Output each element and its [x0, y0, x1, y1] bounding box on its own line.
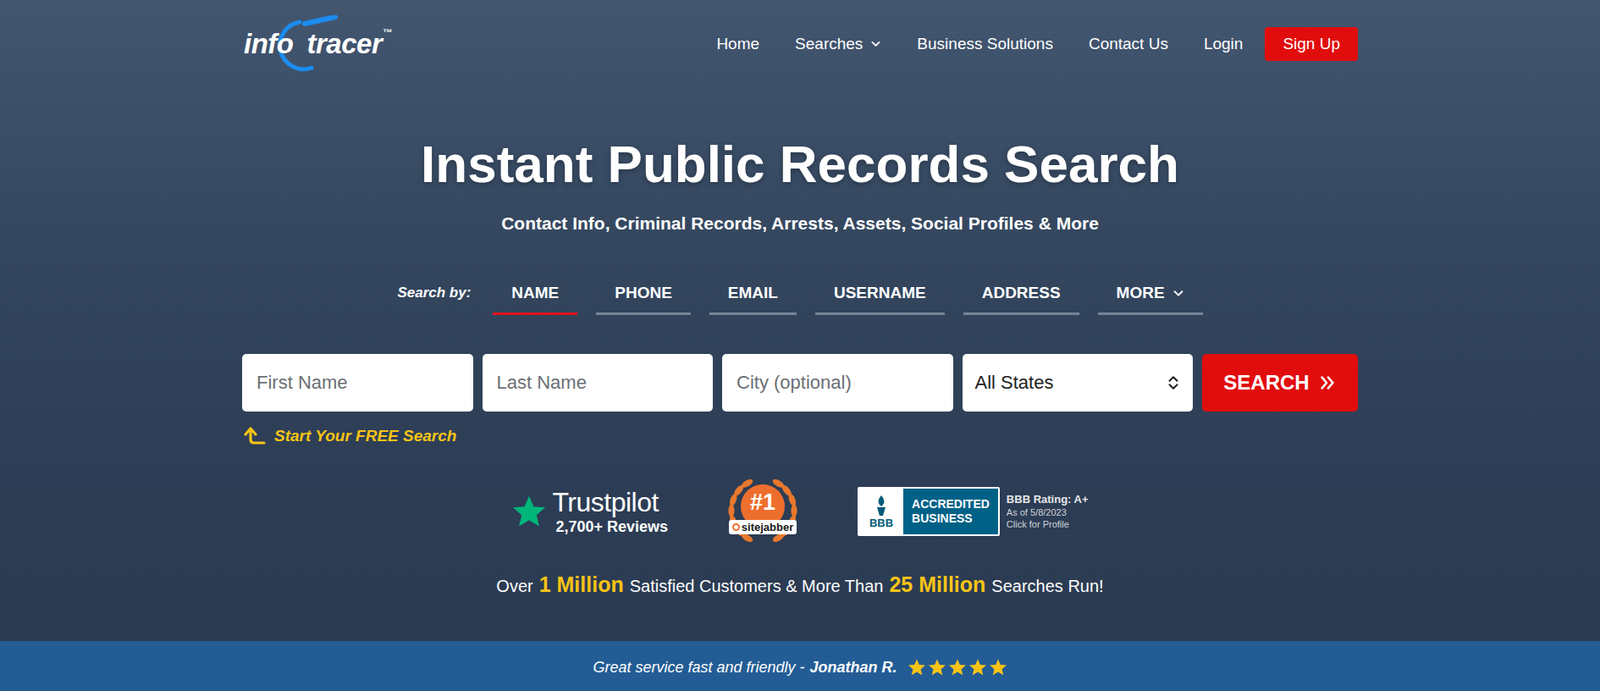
star-icon: [927, 657, 947, 677]
stat-text: 25 Million: [888, 572, 986, 597]
search-tab[interactable]: NAME: [492, 283, 578, 315]
logo-word: tracer: [306, 27, 382, 61]
search-input[interactable]: [482, 353, 714, 412]
double-chevron-icon: [1318, 373, 1337, 392]
nav-link[interactable]: Home: [716, 34, 760, 54]
search-tab[interactable]: EMAIL: [709, 283, 797, 315]
sitejabber-badge[interactable]: #1sitejabber: [723, 478, 802, 545]
testimonial-quote: Great service fast and friendly -: [592, 657, 805, 677]
trustpilot-reviews: 2,700+ Reviews: [555, 517, 668, 536]
stat-text: 1 Million: [539, 572, 624, 597]
bbb-seal: BBBACCREDITEDBUSINESS: [857, 486, 1000, 536]
search-tab[interactable]: USERNAME: [815, 283, 945, 315]
search-tabs: Search by: NAME PHONE EMAIL USERNAME ADDRESS M…: [397, 283, 1203, 315]
rating-stars: [907, 657, 1008, 677]
updown-icon: [1165, 375, 1181, 391]
stat-text: Searches Run!: [991, 576, 1104, 596]
search-hint: Start Your FREE Search: [242, 425, 457, 447]
search-form: All StatesSEARCH: [242, 353, 1358, 412]
main-nav: Home Searches Business Solutions Contact Us…: [716, 27, 1358, 61]
arrow-up-icon: [243, 425, 266, 447]
stat-text: Satisfied Customers & More Than: [629, 576, 884, 596]
star-icon: [968, 657, 988, 677]
state-select[interactable]: All States: [962, 353, 1194, 412]
hero-title: Instant Public Records Search: [420, 132, 1180, 196]
bbb-date: As of 5/8/2023: [1006, 507, 1089, 518]
nav-link[interactable]: Contact Us: [1088, 34, 1169, 54]
bbb-info: BBB Rating: A+As of 5/8/2023Click for Pr…: [1006, 492, 1089, 530]
trust-badges: Trustpilot2,700+ Reviews#1sitejabberBBBA…: [511, 480, 1088, 542]
search-tab[interactable]: ADDRESS: [963, 283, 1080, 315]
logo-word: info: [243, 27, 293, 61]
trustpilot-star-icon: [511, 493, 547, 530]
torch-icon: [871, 493, 891, 518]
nav-link[interactable]: Business Solutions: [916, 34, 1054, 54]
sitejabber-label: sitejabber: [728, 519, 797, 535]
search-by-label: Search by:: [397, 283, 471, 315]
trustpilot-badge[interactable]: Trustpilot2,700+ Reviews: [511, 486, 668, 536]
star-icon: [988, 657, 1008, 677]
stat-text: Over: [496, 576, 533, 596]
search-tab[interactable]: MORE: [1097, 283, 1203, 315]
bbb-logo: BBB: [859, 488, 904, 535]
logo-trademark: ™: [382, 27, 392, 38]
search-button[interactable]: SEARCH: [1202, 353, 1358, 412]
search-input[interactable]: [242, 353, 474, 412]
star-icon: [948, 657, 967, 677]
testimonial-bar: Great service fast and friendly -Jonatha…: [0, 640, 1600, 691]
stats: Over 1 MillionSatisfied Customers & More …: [496, 572, 1104, 596]
search-input[interactable]: [722, 353, 954, 412]
logo[interactable]: info tracer™: [242, 15, 412, 72]
bbb-accredited: ACCREDITEDBUSINESS: [903, 488, 999, 535]
page: info tracer™ Home Searches Business Solution…: [0, 0, 1600, 691]
search-tab[interactable]: PHONE: [595, 283, 691, 315]
sitejabber-icon: [732, 523, 740, 531]
hero: Instant Public Records Search Contact Inf…: [242, 71, 1358, 596]
hero-subtitle: Contact Info, Criminal Records, Arrests,…: [501, 212, 1099, 234]
testimonial-author: Jonathan R.: [810, 657, 898, 677]
nav-link[interactable]: Searches: [794, 34, 882, 54]
header: info tracer™ Home Searches Business Solution…: [242, 0, 1358, 72]
star-icon: [907, 657, 927, 677]
bbb-rating: BBB Rating: A+: [1006, 492, 1089, 506]
chevron-down-icon: [1172, 286, 1185, 299]
nav-link[interactable]: Login: [1203, 34, 1244, 54]
chevron-down-icon: [870, 38, 882, 50]
signup-button[interactable]: Sign Up: [1264, 27, 1358, 61]
bbb-link[interactable]: Click for Profile: [1006, 518, 1089, 530]
trustpilot-name: Trustpilot: [551, 486, 668, 518]
bbb-badge[interactable]: BBBACCREDITEDBUSINESSBBB Rating: A+As of…: [857, 486, 1088, 536]
